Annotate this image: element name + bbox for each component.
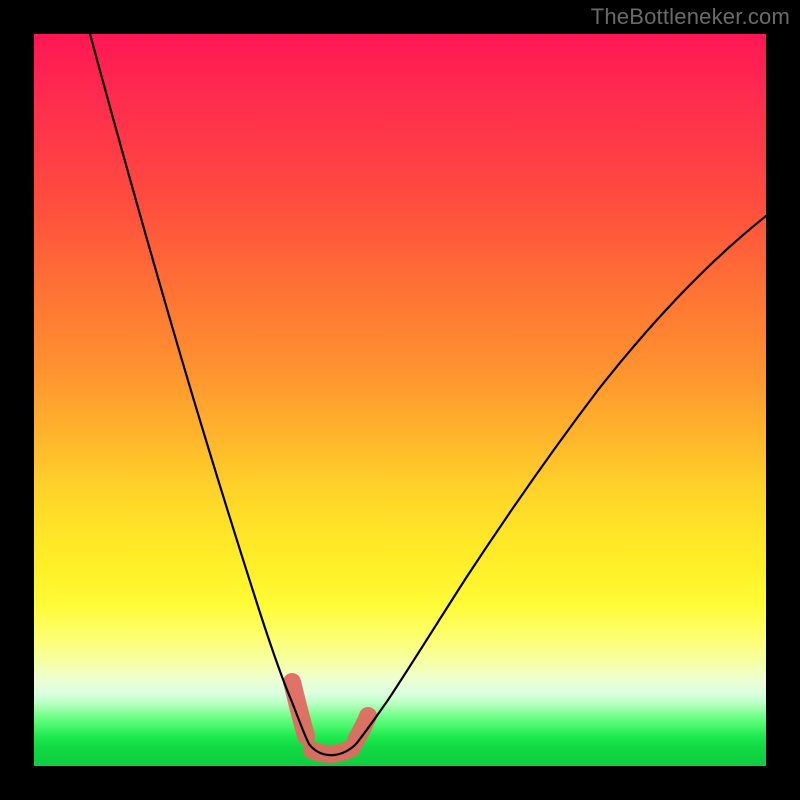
bottleneck-curve [90, 34, 766, 755]
chart-frame: TheBottleneker.com [0, 0, 800, 800]
plot-area [34, 34, 766, 766]
curve-layer [34, 34, 766, 766]
watermark-label: TheBottleneker.com [591, 4, 790, 30]
